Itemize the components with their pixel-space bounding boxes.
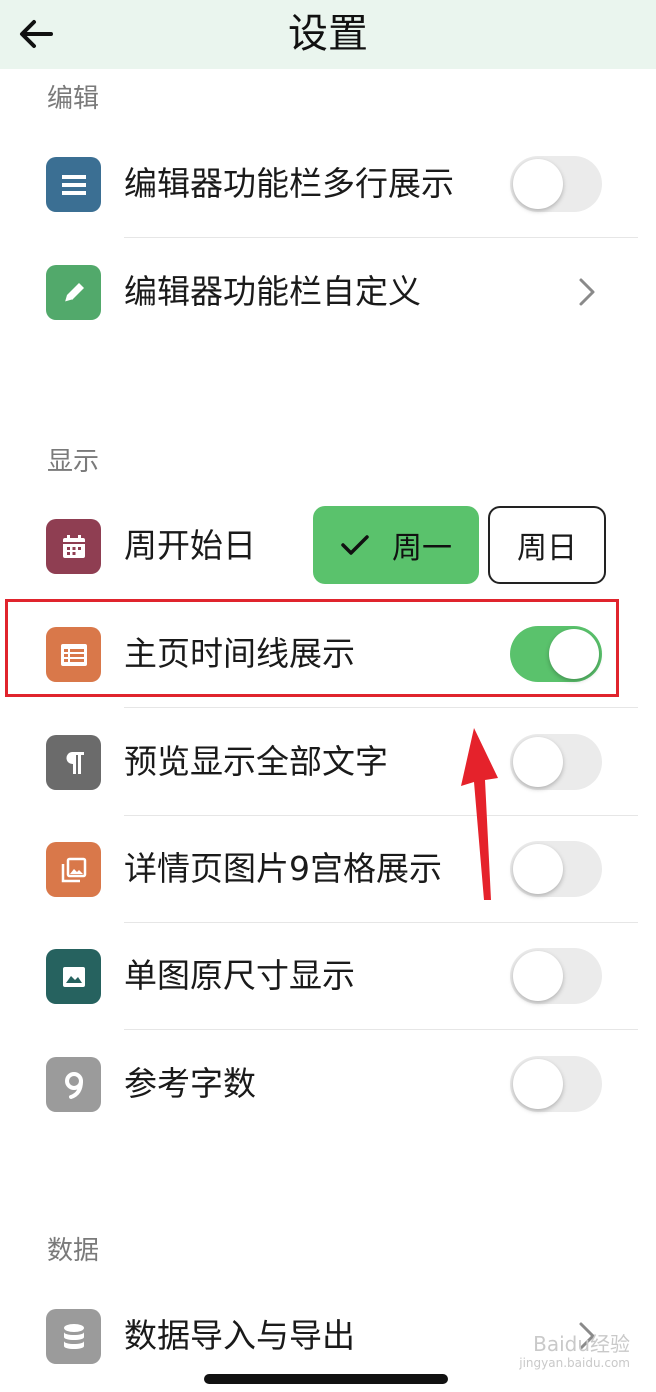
watermark: Baidu经验 jingyan.baidu.com	[470, 1332, 630, 1384]
toggle-knob	[513, 737, 563, 787]
check-icon	[341, 535, 369, 555]
preview-full-text-toggle[interactable]	[510, 734, 602, 790]
header-bar: 设置	[0, 0, 656, 69]
setting-label: 编辑器功能栏多行展示	[124, 164, 454, 203]
setting-row-word-count: 参考字数	[0, 1030, 656, 1138]
calendar-icon	[46, 519, 101, 574]
pilcrow-icon	[46, 735, 101, 790]
page-title: 设置	[288, 11, 368, 57]
setting-label: 主页时间线展示	[124, 634, 355, 673]
menu-lines-icon	[46, 157, 101, 212]
section-label-data: 数据	[47, 1236, 100, 1266]
section-label-display: 显示	[47, 447, 100, 477]
number-nine-icon	[46, 1057, 101, 1112]
detail-grid-toggle[interactable]	[510, 841, 602, 897]
setting-row-home-timeline: 主页时间线展示	[0, 600, 656, 708]
setting-label: 详情页图片9宫格展示	[124, 849, 442, 888]
photo-grid-icon	[46, 842, 101, 897]
setting-label: 数据导入与导出	[124, 1316, 355, 1355]
home-indicator[interactable]	[204, 1374, 448, 1384]
setting-label: 编辑器功能栏自定义	[124, 272, 421, 311]
week-start-sunday-label: 周日	[517, 531, 577, 566]
home-timeline-toggle[interactable]	[510, 626, 602, 682]
list-icon	[46, 627, 101, 682]
toggle-knob	[513, 844, 563, 894]
pencil-icon	[46, 265, 101, 320]
setting-label: 参考字数	[124, 1064, 256, 1103]
setting-row-toolbar-custom[interactable]: 编辑器功能栏自定义	[0, 238, 656, 346]
week-start-monday-button[interactable]: 周一	[313, 506, 479, 584]
week-start-sunday-button[interactable]: 周日	[488, 506, 606, 584]
toggle-knob	[549, 629, 599, 679]
toggle-knob	[513, 159, 563, 209]
setting-row-preview-full-text: 预览显示全部文字	[0, 708, 656, 816]
image-icon	[46, 949, 101, 1004]
red-arrow-annotation	[461, 728, 498, 900]
toolbar-multiline-toggle[interactable]	[510, 156, 602, 212]
setting-row-toolbar-multiline: 编辑器功能栏多行展示	[0, 130, 656, 238]
setting-label: 周开始日	[124, 526, 256, 565]
setting-label: 预览显示全部文字	[124, 742, 388, 781]
week-start-monday-label: 周一	[392, 531, 452, 566]
setting-row-detail-grid: 详情页图片9宫格展示	[0, 815, 656, 923]
toggle-knob	[513, 1059, 563, 1109]
single-image-toggle[interactable]	[510, 948, 602, 1004]
section-label-edit: 编辑	[47, 84, 100, 114]
toggle-knob	[513, 951, 563, 1001]
chevron-right-icon	[579, 278, 595, 306]
setting-row-week-start: 周开始日 周一 周日	[0, 492, 656, 600]
watermark-text: Baidu经验	[533, 1332, 630, 1356]
watermark-sub: jingyan.baidu.com	[519, 1356, 630, 1370]
database-icon	[46, 1309, 101, 1364]
setting-label: 单图原尺寸显示	[124, 956, 355, 995]
word-count-toggle[interactable]	[510, 1056, 602, 1112]
setting-row-single-image: 单图原尺寸显示	[0, 922, 656, 1030]
